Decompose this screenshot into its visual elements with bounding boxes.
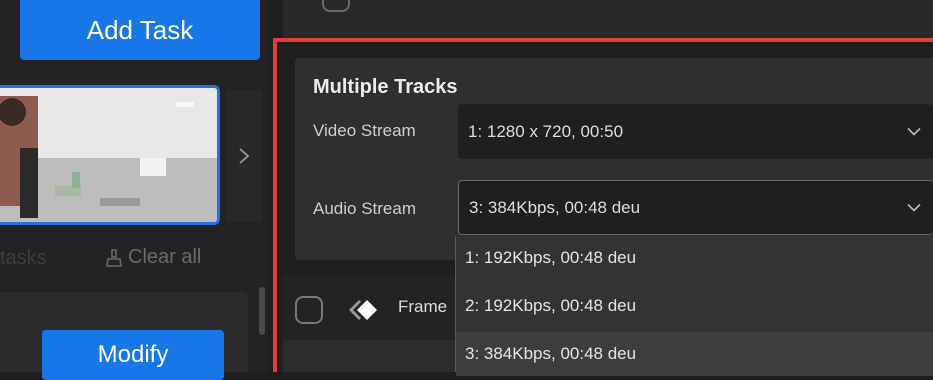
chevron-right-icon — [239, 148, 250, 164]
thumbnail-image — [0, 88, 217, 222]
audio-option-2[interactable]: 2: 192Kbps, 00:48 deu — [456, 284, 933, 328]
broom-icon — [106, 248, 122, 267]
task-actions-row: tasks Clear all — [0, 240, 268, 280]
tasks-label: tasks — [0, 247, 47, 269]
scrollbar-thumb[interactable] — [259, 287, 265, 335]
clear-all-label: Clear all — [128, 246, 202, 268]
next-thumbnail-button[interactable] — [226, 90, 262, 222]
top-option-checkbox[interactable] — [322, 0, 350, 12]
clear-all-button[interactable]: Clear all — [106, 246, 201, 269]
audio-option-1[interactable]: 1: 192Kbps, 00:48 deu — [456, 236, 933, 280]
video-thumbnail[interactable] — [0, 85, 220, 225]
top-option-strip — [283, 0, 933, 38]
audio-option-3-selected[interactable]: 3: 384Kbps, 00:48 deu — [456, 332, 933, 376]
modify-button[interactable]: Modify — [42, 330, 224, 380]
audio-stream-dropdown[interactable]: 1: 192Kbps, 00:48 deu 2: 192Kbps, 00:48 … — [455, 236, 933, 376]
add-task-button[interactable]: Add Task — [20, 0, 260, 60]
